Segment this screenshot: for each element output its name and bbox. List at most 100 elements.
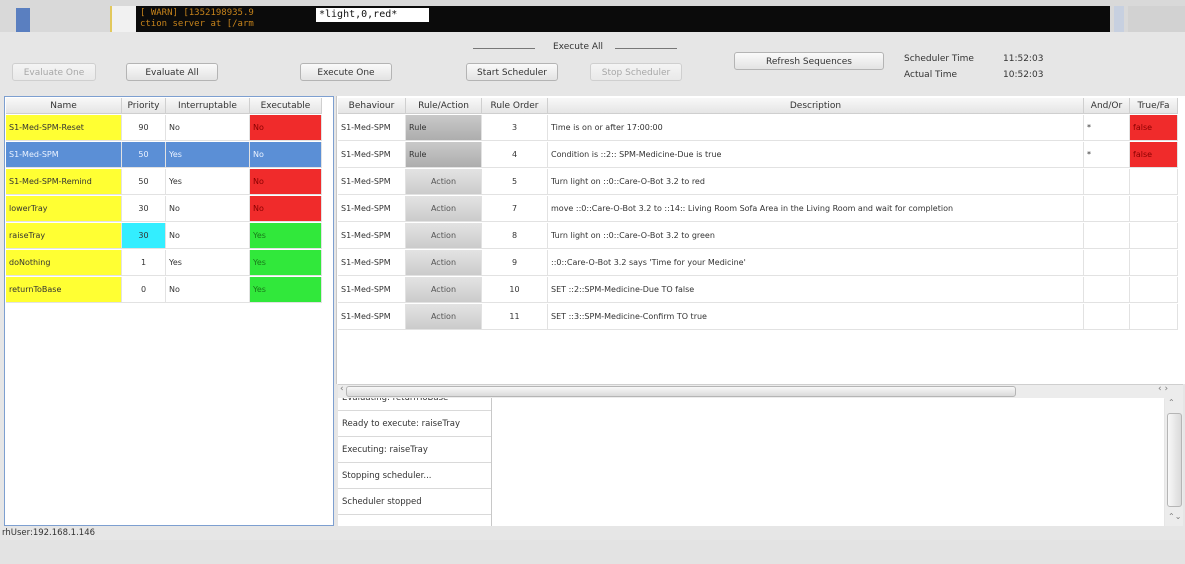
priority-cell[interactable]: 90 [122, 115, 166, 141]
priority-cell[interactable]: 30 [122, 223, 166, 249]
log-entry[interactable]: Scheduler stopped [338, 489, 491, 515]
rule-order-cell[interactable]: 4 [482, 142, 548, 168]
behaviour-cell[interactable]: S1-Med-SPM [338, 142, 406, 168]
true-false-cell[interactable] [1130, 196, 1178, 222]
rule-order-cell[interactable]: 8 [482, 223, 548, 249]
evaluate-all-button[interactable]: Evaluate All [126, 63, 218, 81]
column-header[interactable]: True/Fa [1130, 98, 1178, 114]
true-false-cell[interactable]: false [1130, 115, 1178, 141]
rule-order-cell[interactable]: 9 [482, 250, 548, 276]
rule-order-cell[interactable]: 3 [482, 115, 548, 141]
behaviour-name-cell[interactable]: lowerTray [6, 196, 122, 222]
and-or-cell[interactable]: * [1084, 142, 1130, 168]
rule-action-cell[interactable]: Rule [406, 115, 482, 141]
behaviour-cell[interactable]: S1-Med-SPM [338, 169, 406, 195]
and-or-cell[interactable] [1084, 169, 1130, 195]
executable-cell[interactable]: No [250, 196, 322, 222]
behaviour-cell[interactable]: S1-Med-SPM [338, 277, 406, 303]
rule-action-cell[interactable]: Action [406, 250, 482, 276]
vertical-scroll-thumb[interactable] [1167, 413, 1182, 507]
rule-action-cell[interactable]: Action [406, 277, 482, 303]
scroll-left-right-icon[interactable]: ‹ › [1158, 384, 1168, 394]
true-false-cell[interactable] [1130, 169, 1178, 195]
and-or-cell[interactable] [1084, 277, 1130, 303]
rule-order-cell[interactable]: 5 [482, 169, 548, 195]
behaviour-name-cell[interactable]: S1-Med-SPM-Reset [6, 115, 122, 141]
rule-action-cell[interactable]: Action [406, 304, 482, 330]
executable-cell[interactable]: Yes [250, 277, 322, 303]
horizontal-scroll-thumb[interactable] [346, 386, 1016, 397]
rule-order-cell[interactable]: 10 [482, 277, 548, 303]
executable-cell[interactable]: Yes [250, 223, 322, 249]
description-cell[interactable]: Turn light on ::0::Care-O-Bot 3.2 to gre… [548, 223, 1084, 249]
behaviour-name-cell[interactable]: doNothing [6, 250, 122, 276]
stop-scheduler-button[interactable]: Stop Scheduler [590, 63, 682, 81]
interruptable-cell[interactable]: Yes [166, 250, 250, 276]
rule-action-cell[interactable]: Action [406, 169, 482, 195]
rule-order-cell[interactable]: 7 [482, 196, 548, 222]
priority-cell[interactable]: 0 [122, 277, 166, 303]
column-header[interactable]: Name [6, 98, 122, 114]
column-header[interactable]: Interruptable [166, 98, 250, 114]
executable-cell[interactable]: Yes [250, 250, 322, 276]
description-cell[interactable]: ::0::Care-O-Bot 3.2 says 'Time for your … [548, 250, 1084, 276]
rule-action-cell[interactable]: Rule [406, 142, 482, 168]
refresh-sequences-button[interactable]: Refresh Sequences [734, 52, 884, 70]
column-header[interactable]: Description [548, 98, 1084, 114]
column-header[interactable]: Rule/Action [406, 98, 482, 114]
behaviour-cell[interactable]: S1-Med-SPM [338, 223, 406, 249]
behaviour-name-cell[interactable]: S1-Med-SPM-Remind [6, 169, 122, 195]
column-header[interactable]: And/Or [1084, 98, 1130, 114]
evaluate-one-button[interactable]: Evaluate One [12, 63, 96, 81]
behaviour-name-cell[interactable]: S1-Med-SPM [6, 142, 122, 168]
execute-one-button[interactable]: Execute One [300, 63, 392, 81]
true-false-cell[interactable] [1130, 250, 1178, 276]
column-header[interactable]: Executable [250, 98, 322, 114]
and-or-cell[interactable] [1084, 196, 1130, 222]
executable-cell[interactable]: No [250, 115, 322, 141]
interruptable-cell[interactable]: No [166, 223, 250, 249]
behaviour-cell[interactable]: S1-Med-SPM [338, 250, 406, 276]
description-cell[interactable]: Condition is ::2:: SPM-Medicine-Due is t… [548, 142, 1084, 168]
description-cell[interactable]: move ::0::Care-O-Bot 3.2 to ::14:: Livin… [548, 196, 1084, 222]
log-entry[interactable]: Evaluating: returnToBase [338, 398, 491, 411]
true-false-cell[interactable]: false [1130, 142, 1178, 168]
interruptable-cell[interactable]: No [166, 277, 250, 303]
interruptable-cell[interactable]: Yes [166, 142, 250, 168]
interruptable-cell[interactable]: Yes [166, 169, 250, 195]
and-or-cell[interactable]: * [1084, 115, 1130, 141]
scroll-up-icon[interactable]: ⌃ [1168, 398, 1175, 407]
rule-order-cell[interactable]: 11 [482, 304, 548, 330]
scroll-left-icon[interactable]: ‹ [340, 384, 344, 394]
executable-cell[interactable]: No [250, 142, 322, 168]
and-or-cell[interactable] [1084, 304, 1130, 330]
behaviour-name-cell[interactable]: returnToBase [6, 277, 122, 303]
executable-cell[interactable]: No [250, 169, 322, 195]
interruptable-cell[interactable]: No [166, 115, 250, 141]
priority-cell[interactable]: 30 [122, 196, 166, 222]
scroll-updown-icon[interactable]: ⌃⌄ [1168, 512, 1181, 521]
priority-cell[interactable]: 50 [122, 142, 166, 168]
column-header[interactable]: Behaviour [338, 98, 406, 114]
behaviour-cell[interactable]: S1-Med-SPM [338, 304, 406, 330]
and-or-cell[interactable] [1084, 250, 1130, 276]
description-cell[interactable]: Turn light on ::0::Care-O-Bot 3.2 to red [548, 169, 1084, 195]
column-header[interactable]: Priority [122, 98, 166, 114]
behaviour-cell[interactable]: S1-Med-SPM [338, 115, 406, 141]
true-false-cell[interactable] [1130, 223, 1178, 249]
true-false-cell[interactable] [1130, 277, 1178, 303]
priority-cell[interactable]: 50 [122, 169, 166, 195]
and-or-cell[interactable] [1084, 223, 1130, 249]
behaviour-cell[interactable]: S1-Med-SPM [338, 196, 406, 222]
log-entry[interactable]: Ready to execute: raiseTray [338, 411, 491, 437]
description-cell[interactable]: Time is on or after 17:00:00 [548, 115, 1084, 141]
start-scheduler-button[interactable]: Start Scheduler [466, 63, 558, 81]
interruptable-cell[interactable]: No [166, 196, 250, 222]
rule-action-cell[interactable]: Action [406, 223, 482, 249]
log-entry[interactable]: Stopping scheduler... [338, 463, 491, 489]
description-cell[interactable]: SET ::3::SPM-Medicine-Confirm TO true [548, 304, 1084, 330]
priority-cell[interactable]: 1 [122, 250, 166, 276]
rule-action-cell[interactable]: Action [406, 196, 482, 222]
description-cell[interactable]: SET ::2::SPM-Medicine-Due TO false [548, 277, 1084, 303]
behaviour-name-cell[interactable]: raiseTray [6, 223, 122, 249]
